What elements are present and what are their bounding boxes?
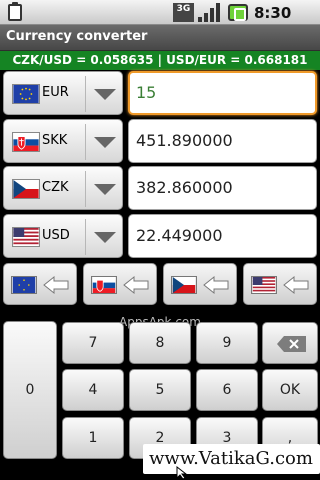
us-flag-icon — [12, 227, 40, 247]
spinner-divider — [85, 124, 86, 160]
currency-code: USD — [42, 228, 70, 243]
currency-row-eur: EUR 15 — [3, 71, 317, 115]
status-bar: 3G 8:30 PM — [0, 0, 320, 40]
chevron-down-icon — [94, 89, 116, 100]
amount-field-eur[interactable]: 15 — [128, 71, 317, 115]
exchange-rate-bar: CZK/USD = 0.058635 | USD/EUR = 0.668181 — [0, 51, 320, 70]
currency-row-skk: SKK 451.890000 — [3, 119, 317, 163]
currency-code: SKK — [42, 133, 68, 148]
currency-selector-skk[interactable]: SKK — [3, 119, 123, 163]
cz-flag-icon — [171, 276, 197, 294]
chevron-down-icon — [94, 184, 116, 195]
amount-field-usd[interactable]: 22.449000 — [128, 214, 317, 258]
signal-icon — [198, 3, 220, 22]
swap-button-czk[interactable] — [163, 263, 237, 305]
swap-arrow-icon — [123, 275, 149, 295]
swap-arrow-icon — [283, 275, 309, 295]
key-1[interactable]: 1 — [62, 417, 124, 459]
swap-button-eur[interactable] — [3, 263, 77, 305]
eu-flag-icon — [11, 276, 37, 294]
spinner-divider — [85, 171, 86, 207]
currency-selector-usd[interactable]: USD — [3, 214, 123, 258]
3g-icon: 3G — [173, 3, 194, 22]
currency-selector-eur[interactable]: EUR — [3, 71, 123, 115]
title-bar: Currency converter — [0, 25, 320, 51]
us-flag-icon — [251, 276, 277, 294]
amount-field-skk[interactable]: 451.890000 — [128, 119, 317, 163]
key-5[interactable]: 5 — [129, 369, 191, 411]
chevron-down-icon — [94, 137, 116, 148]
key-7[interactable]: 7 — [62, 322, 124, 364]
amount-field-czk[interactable]: 382.860000 — [128, 166, 317, 210]
clipboard-icon — [8, 2, 22, 21]
swap-arrow-icon — [43, 275, 69, 295]
cz-flag-icon — [12, 179, 40, 199]
chevron-down-icon — [94, 232, 116, 243]
battery-icon — [228, 4, 248, 21]
eu-flag-icon — [12, 84, 40, 104]
backspace-icon — [277, 336, 306, 352]
app-title: Currency converter — [6, 29, 148, 44]
swap-button-skk[interactable] — [83, 263, 157, 305]
key-0[interactable]: 0 — [3, 321, 57, 459]
backspace-button[interactable] — [262, 322, 318, 364]
spinner-divider — [85, 219, 86, 255]
swap-button-usd[interactable] — [243, 263, 317, 305]
currency-selector-czk[interactable]: CZK — [3, 166, 123, 210]
spinner-divider — [85, 76, 86, 112]
ok-button[interactable]: OK — [262, 369, 318, 411]
watermark-banner: www.VatikaG.com — [143, 444, 320, 474]
cursor-icon — [176, 466, 188, 480]
sk-flag-icon — [12, 132, 40, 152]
currency-code: EUR — [42, 85, 69, 100]
key-4[interactable]: 4 — [62, 369, 124, 411]
banner-text: www.VatikaG.com — [149, 448, 313, 469]
currency-row-usd: USD 22.449000 — [3, 214, 317, 258]
swap-arrow-icon — [203, 275, 229, 295]
currency-row-czk: CZK 382.860000 — [3, 166, 317, 210]
currency-code: CZK — [42, 180, 69, 195]
key-8[interactable]: 8 — [129, 322, 191, 364]
key-6[interactable]: 6 — [196, 369, 258, 411]
sk-flag-icon — [91, 276, 117, 294]
key-9[interactable]: 9 — [196, 322, 258, 364]
